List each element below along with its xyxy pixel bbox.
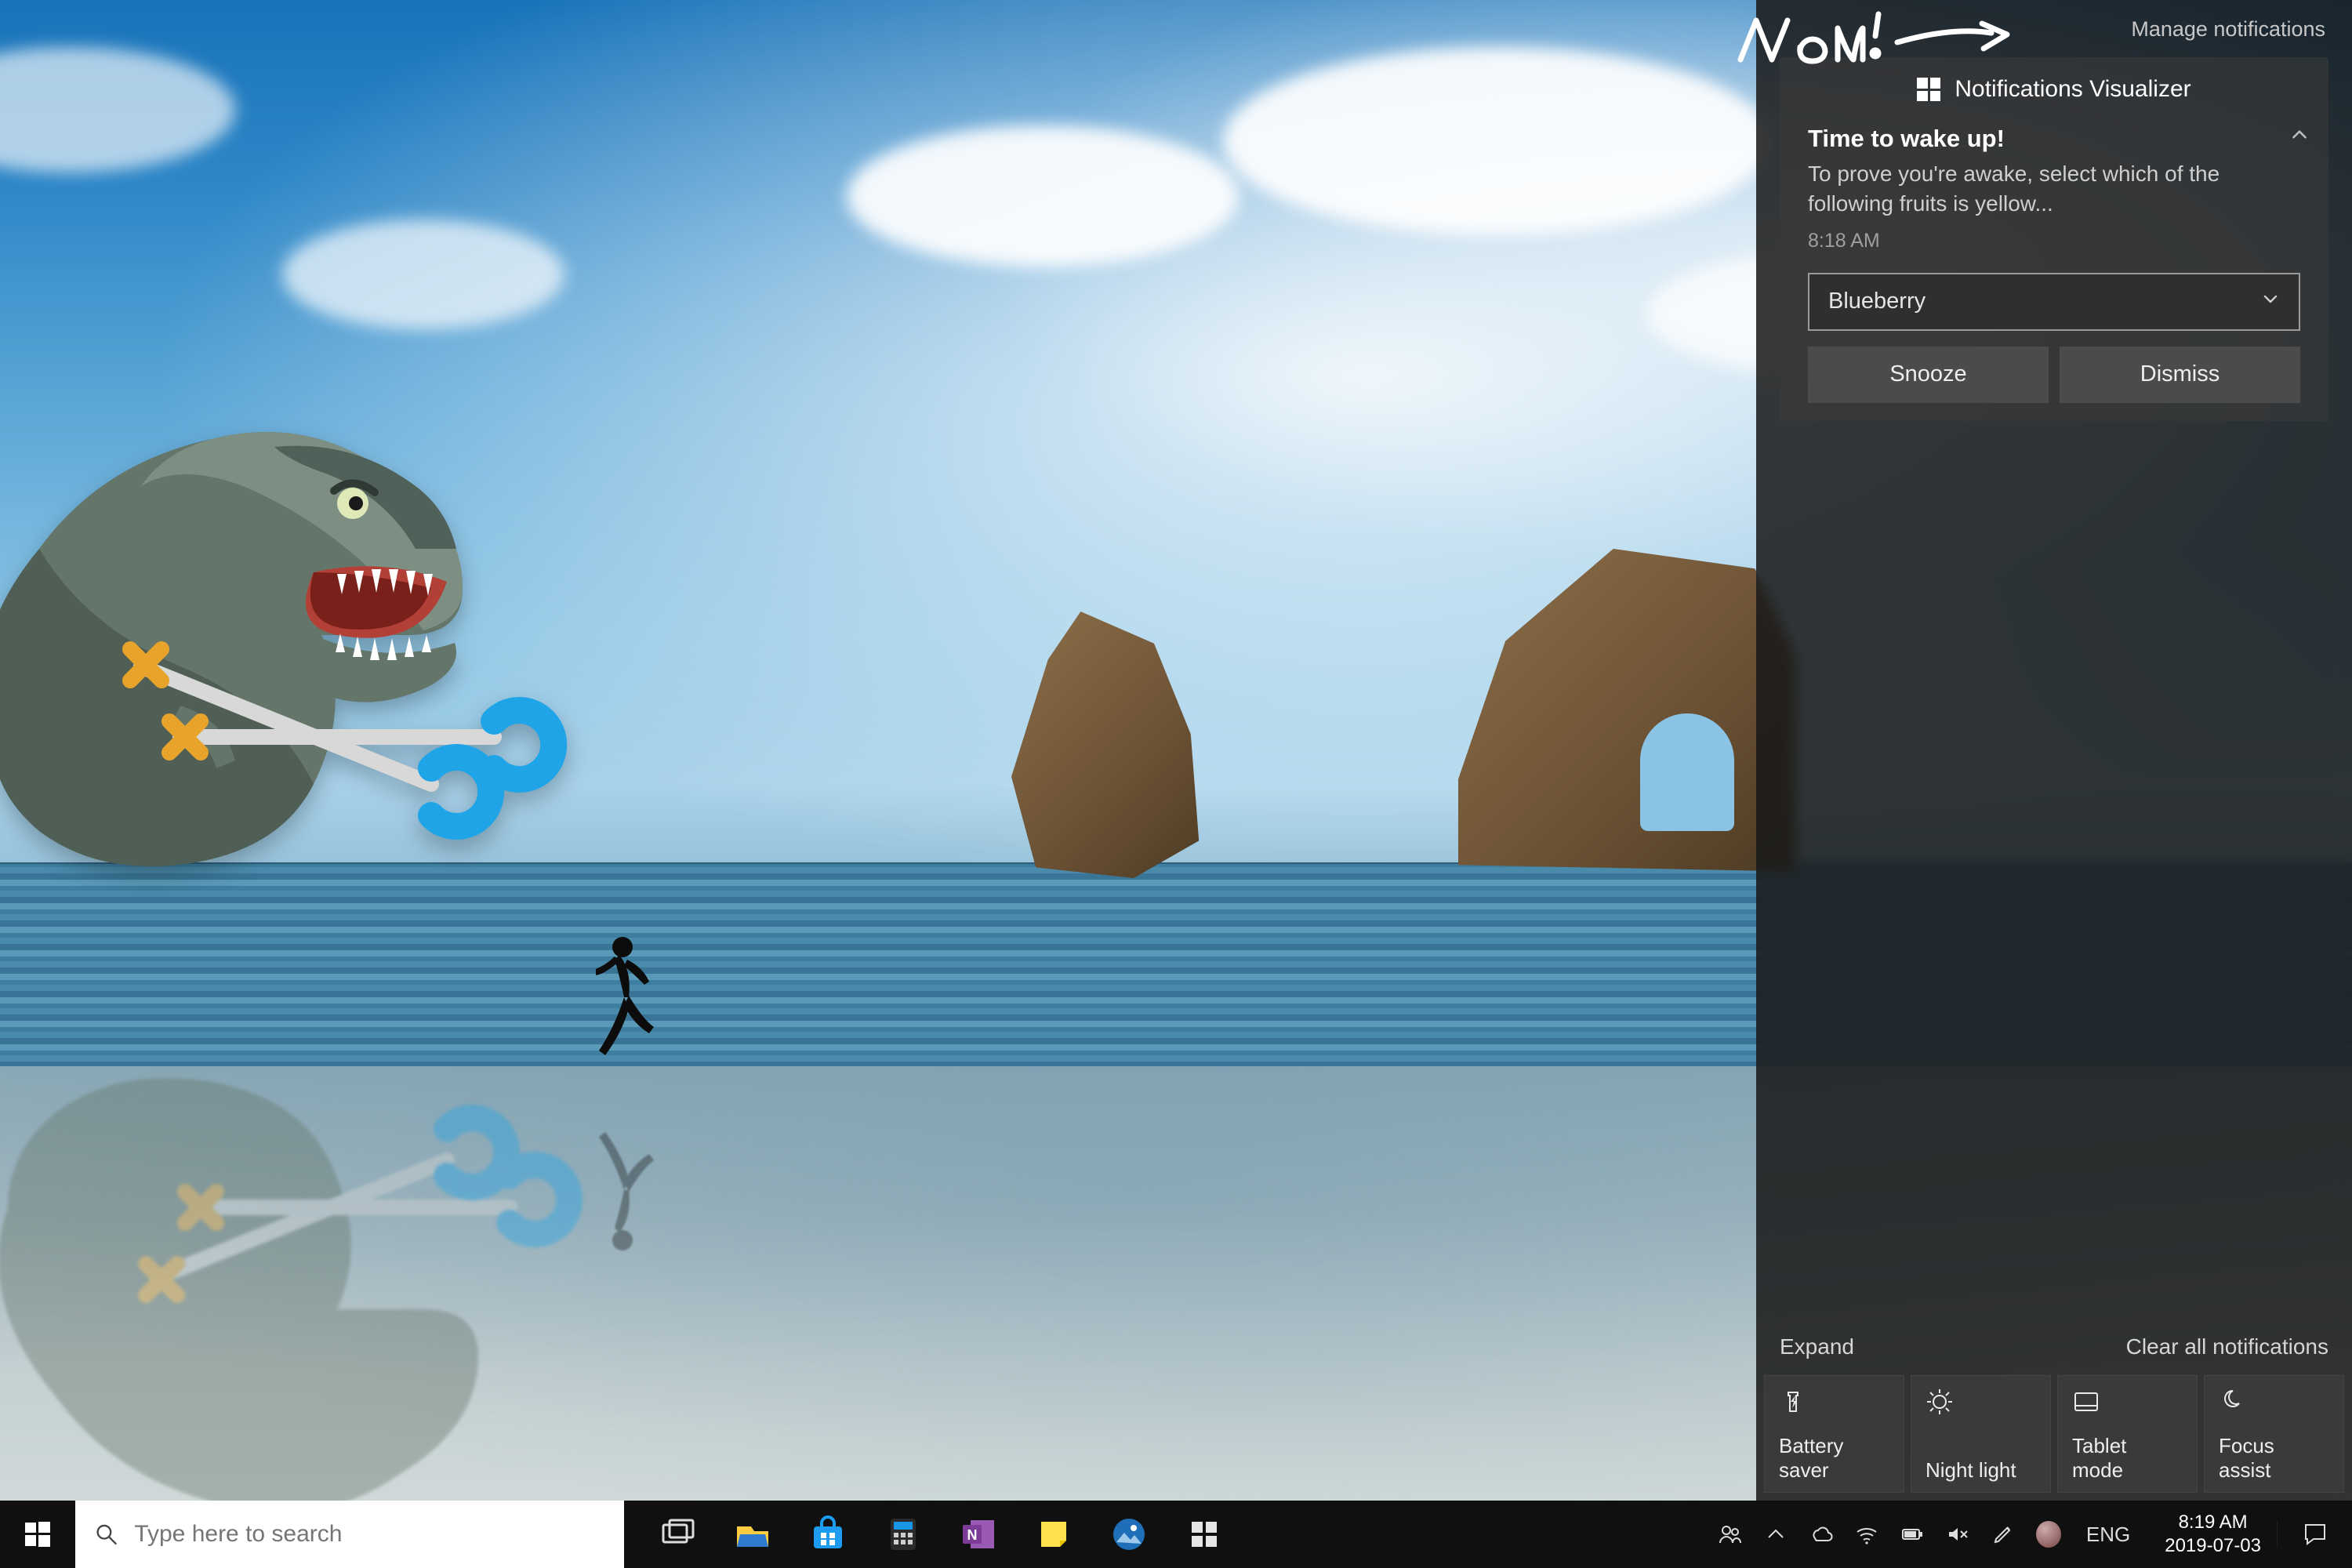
- dinosaur-illustration: [0, 298, 588, 941]
- volume-muted-icon[interactable]: [1945, 1522, 1970, 1547]
- cloud: [1223, 47, 1772, 235]
- notification-title: Time to wake up!: [1808, 125, 2300, 153]
- search-box[interactable]: [75, 1501, 624, 1568]
- grid4-icon: [1917, 78, 1940, 101]
- action-center-panel: Manage notifications Notifications Visua…: [1756, 0, 2352, 1501]
- taskbar-clock[interactable]: 8:19 AM 2019-07-03: [2149, 1511, 2277, 1558]
- rock-arch: [1458, 549, 1795, 878]
- taskbar-app-calculator[interactable]: [866, 1501, 941, 1568]
- focus-assist-icon: [2219, 1387, 2329, 1417]
- search-input[interactable]: [134, 1521, 605, 1548]
- clock-date: 2019-07-03: [2165, 1534, 2261, 1558]
- quick-action-night-light[interactable]: Night light: [1911, 1375, 2051, 1493]
- dinosaur-reflection: [0, 1004, 604, 1568]
- taskbar-app-explorer[interactable]: [715, 1501, 790, 1568]
- taskbar-app-notifications-visualizer[interactable]: [1167, 1501, 1242, 1568]
- taskbar-pinned-apps: N: [624, 1501, 1242, 1568]
- taskbar-app-sticky-notes[interactable]: [1016, 1501, 1091, 1568]
- quick-action-tablet-mode[interactable]: Tablet mode: [2057, 1375, 2198, 1493]
- clock-time: 8:19 AM: [2165, 1511, 2261, 1534]
- notification-app-name: Notifications Visualizer: [1955, 76, 2190, 103]
- quick-action-battery-saver[interactable]: Battery saver: [1764, 1375, 1904, 1493]
- notification-time: 8:18 AM: [1808, 230, 2300, 252]
- onedrive-icon[interactable]: [1809, 1522, 1834, 1547]
- system-tray: ENG: [1704, 1522, 2149, 1547]
- tray-chevron-up-icon[interactable]: [1763, 1522, 1788, 1547]
- people-icon[interactable]: [1718, 1522, 1743, 1547]
- search-icon: [94, 1521, 118, 1548]
- tablet-mode-icon: [2072, 1387, 2183, 1417]
- chevron-down-icon: [2261, 289, 2280, 314]
- ink-workspace-icon[interactable]: [1991, 1522, 2016, 1547]
- svg-text:N: N: [967, 1527, 978, 1543]
- cloud: [0, 47, 235, 172]
- quick-action-label: Tablet mode: [2072, 1434, 2183, 1483]
- action-center-button[interactable]: [2277, 1521, 2352, 1548]
- dismiss-button[interactable]: Dismiss: [2060, 347, 2300, 403]
- user-avatar[interactable]: [2036, 1522, 2061, 1547]
- taskbar: N ENG: [0, 1501, 2352, 1568]
- collapse-chevron-icon[interactable]: [2289, 125, 2310, 151]
- taskbar-app-onenote[interactable]: N: [941, 1501, 1016, 1568]
- fruit-picker[interactable]: Blueberry: [1808, 273, 2300, 331]
- taskbar-app-taskview[interactable]: [640, 1501, 715, 1568]
- cloud: [847, 125, 1239, 267]
- manage-notifications-link[interactable]: Manage notifications: [2131, 17, 2325, 42]
- snooze-button[interactable]: Snooze: [1808, 347, 2049, 403]
- picker-value: Blueberry: [1828, 289, 1926, 314]
- quick-actions-row: Battery saver Night light Tablet mode Fo…: [1756, 1375, 2352, 1501]
- notification-body: To prove you're awake, select which of t…: [1808, 159, 2300, 219]
- notification-app-header[interactable]: Notifications Visualizer: [1780, 65, 2328, 117]
- taskbar-app-photos[interactable]: [1091, 1501, 1167, 1568]
- notification-card: Notifications Visualizer Time to wake up…: [1780, 57, 2328, 421]
- quick-action-label: Night light: [1926, 1458, 2036, 1483]
- night-light-icon: [1926, 1387, 2036, 1417]
- clear-all-notifications[interactable]: Clear all notifications: [2126, 1334, 2328, 1359]
- wifi-icon[interactable]: [1854, 1522, 1879, 1547]
- battery-icon[interactable]: [1900, 1522, 1925, 1547]
- battery-saver-icon: [1779, 1387, 1889, 1417]
- rock: [1011, 612, 1215, 878]
- start-button[interactable]: [0, 1501, 75, 1568]
- quick-action-label: Focus assist: [2219, 1434, 2329, 1483]
- taskbar-app-store[interactable]: [790, 1501, 866, 1568]
- quick-action-focus-assist[interactable]: Focus assist: [2204, 1375, 2344, 1493]
- expand-quick-actions[interactable]: Expand: [1780, 1334, 1854, 1359]
- quick-action-label: Battery saver: [1779, 1434, 1889, 1483]
- language-indicator[interactable]: ENG: [2082, 1523, 2135, 1547]
